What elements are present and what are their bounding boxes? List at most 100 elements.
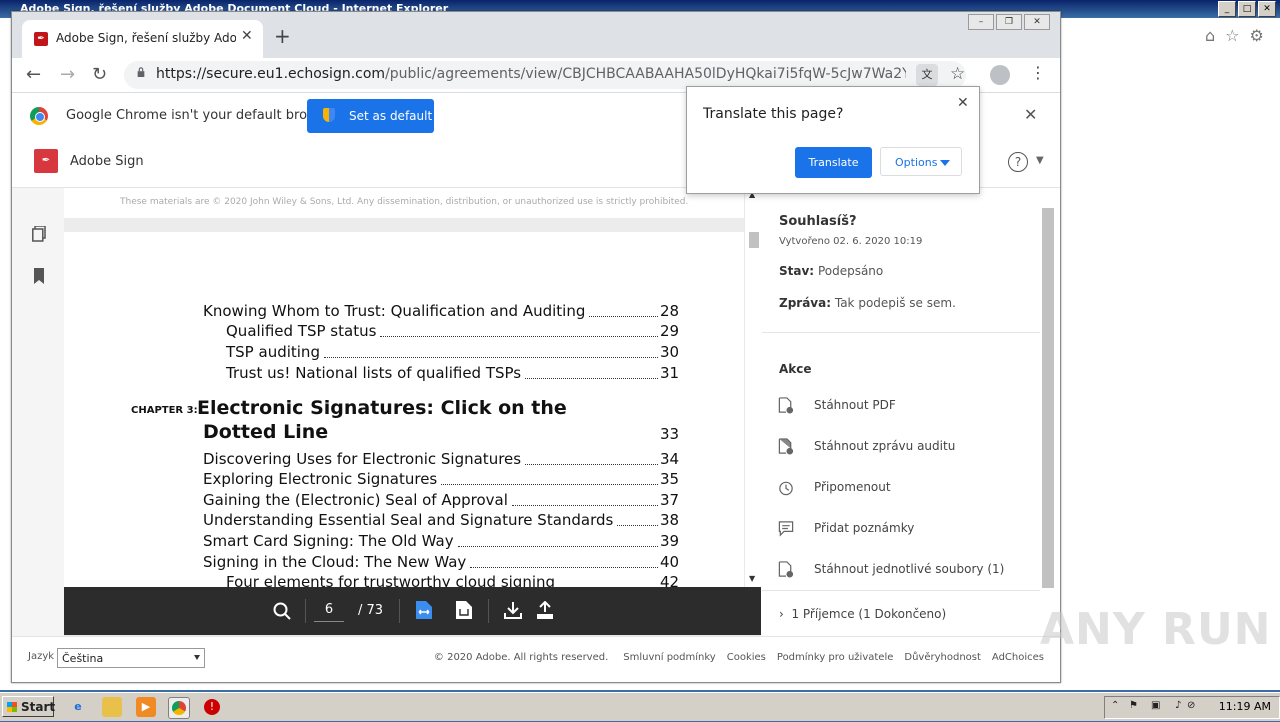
chapter-title-line-1[interactable]: Electronic Signatures: Click on the	[197, 397, 567, 419]
ie-quicklaunch-icon[interactable]: e	[68, 697, 88, 717]
translate-close-icon[interactable]: ✕	[957, 95, 969, 111]
search-icon[interactable]	[273, 602, 291, 620]
footer-link-cookies[interactable]: Cookies	[727, 652, 766, 663]
action-label: Stáhnout jednotlivé soubory (1)	[814, 562, 1005, 576]
tab-close-icon[interactable]: ✕	[241, 28, 253, 44]
footer-links: © 2020 Adobe. All rights reserved. Smluv…	[434, 652, 1044, 663]
toc-leader	[617, 525, 658, 526]
toc-leader	[380, 336, 658, 337]
stop-icon[interactable]: !	[204, 699, 220, 715]
chapter-label: CHAPTER 3:	[131, 405, 198, 416]
toc-entry[interactable]: Discovering Uses for Electronic Signatur…	[203, 450, 521, 468]
action-add-notes[interactable]: Přidat poznámky	[776, 517, 1036, 541]
tray-expand-icon[interactable]: ⌃	[1111, 700, 1119, 711]
new-tab-icon[interactable]: +	[274, 24, 291, 48]
toc-entry[interactable]: Exploring Electronic Signatures	[203, 470, 437, 488]
pages-icon[interactable]	[32, 226, 46, 242]
action-download-audit[interactable]: Stáhnout zprávu auditu	[776, 435, 1036, 459]
action-download-files[interactable]: Stáhnout jednotlivé soubory (1)	[776, 558, 1036, 582]
security-icon[interactable]: ⊘	[1187, 700, 1195, 711]
lock-icon	[137, 67, 145, 77]
network-icon[interactable]: ▣	[1151, 700, 1160, 711]
language-select[interactable]: Čeština	[57, 648, 205, 668]
chrome-restore-button[interactable]: ❐	[996, 14, 1022, 30]
toc-entry[interactable]: Smart Card Signing: The Old Way	[203, 532, 454, 550]
translate-options-button[interactable]: Options	[880, 147, 962, 176]
reload-icon[interactable]: ↻	[92, 64, 107, 85]
action-label: Přidat poznámky	[814, 521, 915, 535]
toc-leader	[323, 357, 658, 358]
scroll-down-arrow-icon[interactable]: ▼	[749, 574, 755, 583]
created-date: Vytvořeno 02. 6. 2020 10:19	[779, 236, 923, 247]
chrome-minimize-button[interactable]: –	[968, 14, 994, 30]
speaker-icon[interactable]: ♪	[1175, 700, 1181, 711]
favorites-star-icon[interactable]: ☆	[1225, 26, 1239, 45]
chevron-down-icon[interactable]: ▼	[1036, 155, 1044, 166]
translate-button[interactable]: Translate	[795, 147, 872, 178]
chapter-title-line-2[interactable]: Dotted Line	[203, 421, 328, 443]
chrome-close-button[interactable]: ✕	[1024, 14, 1050, 30]
fit-page-icon[interactable]	[456, 601, 472, 619]
chrome-menu-icon[interactable]: ⋮	[1030, 63, 1046, 82]
language-label: Jazyk	[28, 651, 55, 662]
infobar-close-icon[interactable]: ✕	[1024, 105, 1037, 124]
download-icon[interactable]	[504, 601, 522, 619]
toc-entry[interactable]: Understanding Essential Seal and Signatu…	[203, 511, 613, 529]
bookmark-star-icon[interactable]: ☆	[950, 64, 965, 84]
tab-strip: ✒ Adobe Sign, řešení služby Adobe Do ✕ +…	[12, 12, 1060, 58]
document-scrollbar[interactable]: ▲ ▼	[745, 188, 761, 588]
ie-maximize-button[interactable]: □	[1238, 1, 1256, 17]
system-tray: ⌃ ⚑ ▣ ♪ ⊘ 11:19 AM	[1104, 696, 1280, 719]
page-copyright: These materials are © 2020 John Wiley & …	[120, 197, 689, 207]
toc-entry[interactable]: TSP auditing	[226, 343, 320, 361]
page-number-input[interactable]: 6	[314, 599, 344, 622]
toc-entry[interactable]: Trust us! National lists of qualified TS…	[226, 364, 521, 382]
action-download-pdf[interactable]: Stáhnout PDF	[776, 394, 1036, 418]
translate-icon[interactable]: 文	[916, 64, 938, 86]
anyrun-watermark: ANY RUN	[1040, 604, 1272, 655]
chrome-taskbar-button[interactable]	[168, 697, 190, 719]
chevron-down-icon	[194, 655, 200, 660]
home-icon[interactable]: ⌂	[1205, 26, 1215, 45]
ie-minimize-button[interactable]: _	[1218, 1, 1236, 17]
footer-link-user-terms[interactable]: Podmínky pro uživatele	[777, 652, 893, 663]
explorer-quicklaunch-icon[interactable]	[102, 697, 122, 717]
footer-link-trust[interactable]: Důvěryhodnost	[904, 652, 981, 663]
browser-tab[interactable]: ✒ Adobe Sign, řešení služby Adobe Do ✕	[22, 20, 263, 58]
set-as-default-button[interactable]: Set as default	[307, 99, 434, 133]
chrome-window: ✒ Adobe Sign, řešení služby Adobe Do ✕ +…	[11, 11, 1061, 683]
forward-arrow-icon[interactable]: →	[60, 64, 75, 85]
toc-leader	[511, 505, 658, 506]
toc-entry[interactable]: Knowing Whom to Trust: Qualification and…	[203, 302, 585, 320]
fit-width-icon[interactable]	[416, 601, 432, 619]
back-arrow-icon[interactable]: ←	[26, 64, 41, 85]
toc-entry[interactable]: Qualified TSP status	[226, 322, 376, 340]
ie-close-button[interactable]: ✕	[1258, 1, 1276, 17]
toolbar-divider	[399, 599, 400, 623]
adobe-sign-favicon-icon: ✒	[34, 32, 48, 46]
toc-entry[interactable]: Signing in the Cloud: The New Way	[203, 553, 466, 571]
upload-icon[interactable]	[536, 601, 554, 619]
bookmark-icon[interactable]	[32, 268, 46, 284]
document-toolbar: 6 / 73	[64, 587, 761, 635]
toc-leader	[470, 567, 658, 568]
media-player-icon[interactable]: ▶	[136, 697, 156, 717]
footer-link-adchoices[interactable]: AdChoices	[992, 652, 1044, 663]
address-bar[interactable]: https://secure.eu1.echosign.com/public/a…	[124, 61, 966, 89]
gear-icon[interactable]: ⚙	[1250, 26, 1264, 45]
toc-entry[interactable]: Four elements for trustworthy cloud sign…	[226, 573, 555, 588]
left-rail	[12, 188, 64, 636]
agreement-title: Souhlasíš?	[779, 214, 857, 229]
toc-page-number: 30	[660, 343, 680, 361]
recipients-toggle[interactable]: › 1 Příjemce (1 Dokončeno)	[779, 607, 946, 621]
panel-scrollbar[interactable]	[1042, 208, 1054, 588]
toc-entry[interactable]: Gaining the (Electronic) Seal of Approva…	[203, 491, 508, 509]
document-scrollbar-thumb[interactable]	[749, 232, 759, 248]
start-label: Start	[21, 700, 56, 714]
help-icon[interactable]: ?	[1008, 152, 1028, 172]
action-remind[interactable]: Připomenout	[776, 476, 1036, 500]
footer-link-terms[interactable]: Smluvní podmínky	[623, 652, 715, 663]
start-button[interactable]: Start	[2, 696, 56, 717]
profile-avatar-icon[interactable]	[990, 65, 1010, 85]
flag-icon[interactable]: ⚑	[1129, 700, 1138, 711]
